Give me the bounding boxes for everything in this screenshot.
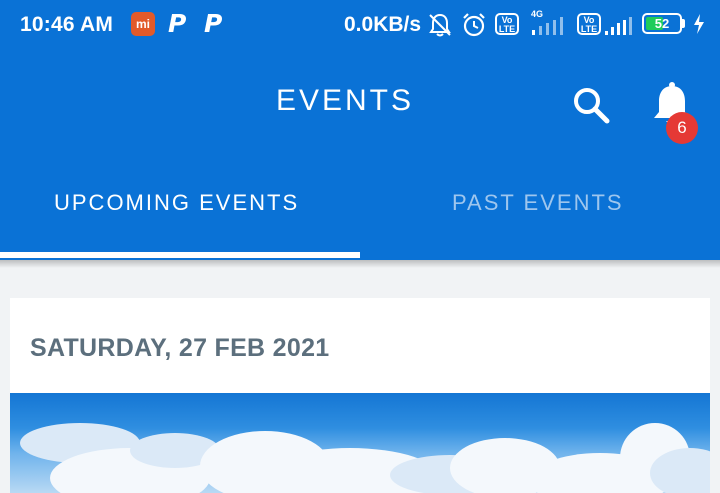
signal-4g-icon: [532, 17, 563, 35]
p-app-icon: P: [204, 9, 223, 38]
battery-percent: 52: [654, 16, 670, 31]
date-header: SATURDAY, 27 FEB 2021: [30, 334, 330, 362]
notification-count-badge: 6: [666, 112, 698, 144]
notifications-off-icon: [429, 13, 451, 37]
signal-icon: [605, 17, 632, 35]
tab-upcoming-events[interactable]: UPCOMING EVENTS: [54, 190, 299, 216]
battery-icon: 52: [642, 13, 682, 34]
active-tab-indicator: [0, 252, 360, 258]
event-image[interactable]: [10, 393, 710, 493]
charging-bolt-icon: [694, 14, 704, 34]
status-time: 10:46 AM: [20, 13, 114, 36]
alarm-icon: [463, 13, 485, 37]
battery-tip: [682, 19, 685, 28]
volte-icon: Vo LTE: [495, 13, 519, 35]
network-speed: 0.0KB/s: [344, 13, 422, 36]
mi-app-icon: mi: [131, 12, 155, 36]
volte-icon: Vo LTE: [577, 13, 601, 35]
status-bar: 10:46 AM mi P P 0.0KB/s Vo LTE 4G Vo LTE 5…: [0, 0, 720, 50]
tab-past-events[interactable]: PAST EVENTS: [452, 190, 624, 216]
event-card[interactable]: SATURDAY, 27 FEB 2021: [10, 298, 710, 493]
appbar-shadow: [0, 260, 720, 268]
app-bar: EVENTS 6 UPCOMING EVENTS PAST EVENTS: [0, 50, 720, 260]
p-app-icon: P: [168, 9, 187, 38]
search-icon[interactable]: [570, 84, 612, 126]
